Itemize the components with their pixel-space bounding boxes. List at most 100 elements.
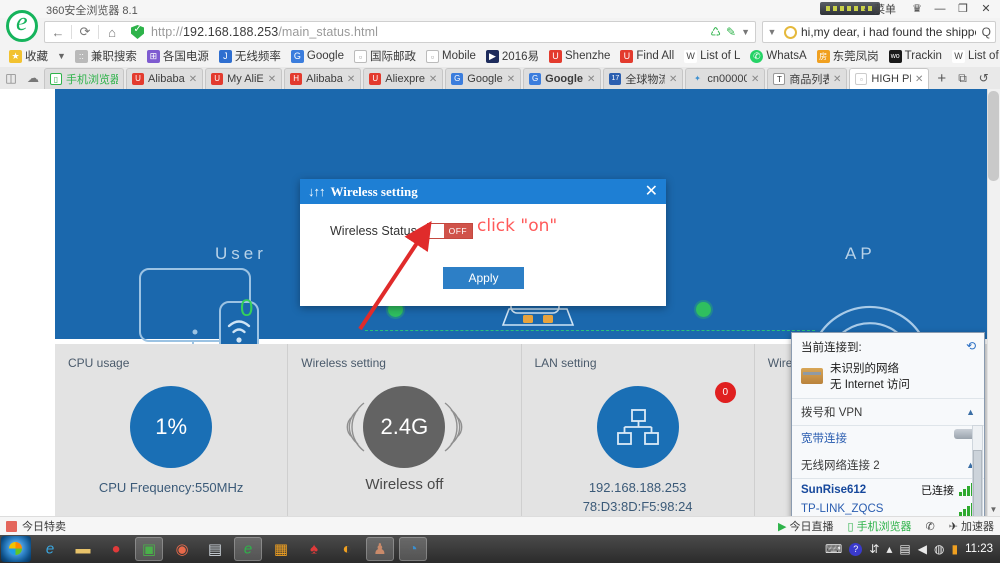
bookmark-item[interactable]: ▫ Mobile: [421, 46, 481, 66]
tab-close-icon[interactable]: ✕: [507, 74, 515, 85]
tab-close-icon[interactable]: ✕: [669, 74, 677, 85]
taskbar-qq[interactable]: ▦: [267, 537, 295, 561]
start-button[interactable]: [1, 536, 31, 562]
search-icon[interactable]: Q: [982, 25, 991, 39]
network-signal-icon[interactable]: ▮: [951, 542, 958, 556]
bookmark-item[interactable]: ✆ WhatsA: [745, 46, 811, 66]
today-sale-label[interactable]: 今日特卖: [22, 518, 66, 534]
current-connection-row[interactable]: 未识别的网络 无 Internet 访问: [801, 360, 975, 392]
close-icon[interactable]: ✕: [645, 183, 658, 200]
minimize-button[interactable]: —: [930, 1, 950, 17]
tab-aliexpress[interactable]: U Aliexpre ✕: [363, 68, 444, 89]
undo-close-tab-button[interactable]: ↺: [973, 68, 995, 89]
wireless-group[interactable]: 无线网络连接 2 ▲: [792, 452, 984, 479]
taskbar-clock[interactable]: 11:23: [965, 543, 993, 555]
chevron-up-icon[interactable]: ▴: [886, 542, 892, 556]
mobile-browser-button[interactable]: ▯ 手机浏览器: [848, 518, 912, 534]
tab-google-1[interactable]: G Google ✕: [445, 68, 522, 89]
volume-icon[interactable]: ◀: [918, 542, 927, 556]
menu-caret-icon[interactable]: ‹: [864, 4, 867, 15]
card-lan-setting[interactable]: LAN setting 0 192.168.188.253 78:D3:8D:F…: [522, 344, 755, 516]
edit-icon[interactable]: ✎: [726, 25, 736, 39]
wireless-status-toggle[interactable]: OFF: [426, 223, 473, 239]
mute-button[interactable]: ✆: [926, 520, 935, 533]
bookmark-item[interactable]: ▶ 2016易: [481, 46, 544, 66]
maximize-button[interactable]: ❐: [953, 1, 973, 17]
tab-close-icon[interactable]: ✕: [915, 74, 923, 85]
broadband-connection-item[interactable]: 宽带连接: [792, 426, 984, 452]
action-center-icon[interactable]: ◍: [934, 542, 944, 556]
taskbar-360-browser[interactable]: e: [234, 537, 262, 561]
bookmark-item[interactable]: WList of L: [679, 46, 745, 66]
tab-alibaba-1[interactable]: U Alibaba ✕: [126, 68, 204, 89]
bookmark-item[interactable]: G Google: [286, 46, 349, 66]
tab-my-aliexpress[interactable]: U My AliE ✕: [205, 68, 283, 89]
home-button[interactable]: ⌂: [99, 25, 125, 40]
tab-close-icon[interactable]: ✕: [833, 74, 841, 85]
tab-close-icon[interactable]: ✕: [587, 74, 595, 85]
show-hidden-icons[interactable]: ⇵: [869, 542, 879, 556]
taskbar-file-explorer[interactable]: ▬: [69, 537, 97, 561]
menu-button[interactable]: 菜单: [874, 1, 896, 17]
bookmark-item[interactable]: J 无线频率: [214, 46, 286, 66]
bookmark-item[interactable]: wo Trackin: [884, 46, 947, 66]
bookmark-item[interactable]: U Find All: [615, 46, 679, 66]
card-cpu-usage[interactable]: CPU usage 1% CPU Frequency:550MHz: [55, 344, 289, 516]
tab-close-icon[interactable]: ✕: [189, 74, 197, 85]
tab-cn00000[interactable]: ✦ cn00000 ✕: [685, 68, 766, 89]
tab-close-icon[interactable]: ✕: [429, 74, 437, 85]
help-icon[interactable]: ?: [849, 542, 863, 556]
taskbar-wechat[interactable]: ▣: [135, 537, 163, 561]
keyboard-icon[interactable]: ⌨: [825, 542, 842, 556]
refresh-icon[interactable]: ⟲: [966, 339, 976, 353]
tab-list-button[interactable]: ◫: [0, 67, 22, 89]
bookmark-item[interactable]: U Shenzhe: [544, 46, 615, 66]
tab-google-2[interactable]: G Google ✕: [523, 68, 602, 89]
page-scrollbar[interactable]: ▲ ▼: [987, 89, 1000, 516]
taskbar-firefox[interactable]: ◐: [333, 537, 361, 561]
dialup-vpn-group[interactable]: 拨号和 VPN ▲: [792, 399, 984, 426]
tab-close-icon[interactable]: ✕: [268, 74, 276, 85]
scrollbar-thumb[interactable]: [973, 450, 982, 520]
search-box[interactable]: ▼ hi,my dear, i had found the shippe Q: [762, 21, 996, 43]
bookmark-item[interactable]: ▫ 国际邮政: [349, 46, 421, 66]
tab-close-icon[interactable]: ✕: [347, 74, 355, 85]
address-bar[interactable]: ← ⟳ ⌂ http://192.168.188.253/main_status…: [44, 21, 756, 43]
tab-mobile-browser[interactable]: ▯ 手机浏览器: [44, 68, 124, 89]
tab-global-logistics[interactable]: 17 全球物流 ✕: [603, 68, 684, 89]
bookmarks-caret-icon[interactable]: ▼: [53, 51, 70, 61]
bookmark-item[interactable]: :: 兼职搜索: [70, 46, 142, 66]
bookmark-item[interactable]: ⊞ 各国电源: [142, 46, 214, 66]
bookmark-favorites[interactable]: ★ 收藏: [4, 46, 53, 66]
chevron-up-icon[interactable]: ▲: [966, 407, 975, 417]
bookmark-item[interactable]: WList of L: [947, 46, 1000, 66]
scrollbar-thumb[interactable]: [988, 91, 999, 181]
refresh-circle-icon[interactable]: ♺: [710, 25, 721, 39]
new-tab-button[interactable]: +: [931, 68, 952, 89]
cloud-icon[interactable]: ☁: [22, 67, 44, 89]
tab-product-list[interactable]: T 商品列表 ✕: [767, 68, 848, 89]
taskbar-internet-explorer[interactable]: e: [36, 537, 64, 561]
taskbar-kingsoft[interactable]: ♠: [300, 537, 328, 561]
chevron-down-icon[interactable]: ▼: [741, 27, 750, 37]
tab-close-icon[interactable]: ✕: [751, 74, 759, 85]
taskbar-contacts[interactable]: ♟: [366, 537, 394, 561]
printer-icon[interactable]: ▤: [899, 542, 910, 556]
tab-alibaba-2[interactable]: H Alibaba ✕: [284, 68, 362, 89]
search-input[interactable]: hi,my dear, i had found the shippe: [801, 25, 976, 39]
card-wireless-setting[interactable]: Wireless setting 2.4G Wireless off: [288, 344, 522, 516]
scroll-down-arrow[interactable]: ▼: [988, 505, 999, 516]
reload-button[interactable]: ⟳: [72, 24, 98, 40]
skin-button[interactable]: ♛: [907, 1, 927, 17]
search-engine-icon[interactable]: [784, 25, 797, 39]
accelerator-button[interactable]: ✈ 加速器: [949, 518, 994, 534]
restore-tab-button[interactable]: ⧉: [952, 68, 973, 89]
live-today-button[interactable]: ▶ 今日直播: [778, 518, 833, 534]
url-text[interactable]: http://192.168.188.253/main_status.html: [151, 25, 378, 39]
apply-button[interactable]: Apply: [443, 267, 524, 289]
taskbar-alarm[interactable]: ◔: [399, 537, 427, 561]
taskbar-chrome[interactable]: ◉: [168, 537, 196, 561]
taskbar-sogou[interactable]: ●: [102, 537, 130, 561]
tab-high-pe[interactable]: ▫HIGH PE ✕: [849, 68, 930, 89]
close-button[interactable]: ✕: [976, 1, 996, 17]
